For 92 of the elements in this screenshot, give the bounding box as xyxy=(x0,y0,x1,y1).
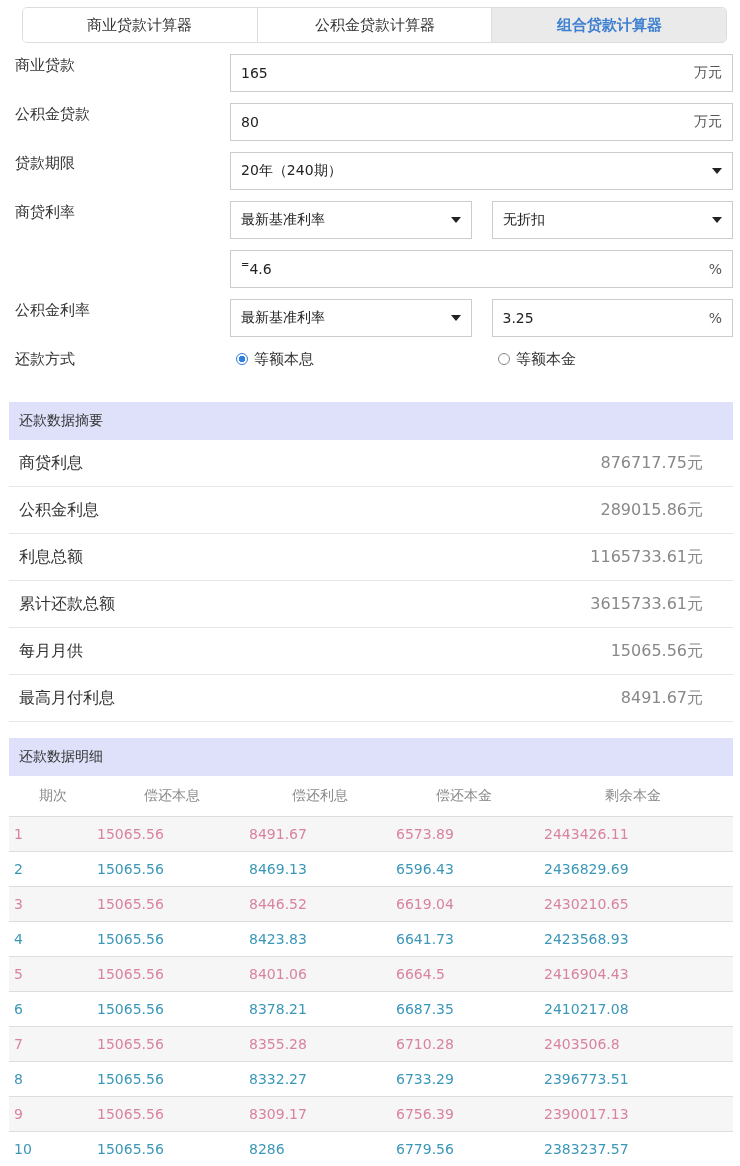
table-cell-text: 1 xyxy=(14,826,24,842)
summary-value: 289015.86元 xyxy=(600,499,703,521)
table-cell-text: 15065.56 xyxy=(97,1071,165,1087)
column-header: 剩余本金 xyxy=(604,787,663,805)
table-cell-text: 15065.56 xyxy=(97,826,165,842)
table-cell-text: 6710.28 xyxy=(396,1036,455,1052)
table-cell: 2410217.08 xyxy=(544,1001,629,1017)
table-cell: 2383237.57 xyxy=(544,1141,629,1157)
input-field[interactable]: 3.25 % xyxy=(491,299,733,337)
input-field[interactable]: 165 万元 xyxy=(230,54,733,92)
column-header: 期次 xyxy=(37,787,68,805)
table-cell-text: 2 xyxy=(14,861,24,877)
summary-label: 每月月供 xyxy=(19,640,83,662)
summary-value: 1165733.61元 xyxy=(590,546,703,568)
input-field[interactable]: 80 万元 xyxy=(230,103,733,141)
caret-icon xyxy=(712,217,722,223)
field-label: 公积金贷款 xyxy=(15,105,90,123)
table-cell-text: 8 xyxy=(14,1071,24,1087)
summary-label: 公积金利息 xyxy=(19,499,99,521)
table-cell-text: 8491.67 xyxy=(249,826,308,842)
table-cell-text: 8286 xyxy=(249,1141,286,1157)
table-cell-text: 4 xyxy=(14,931,24,947)
table-cell-text: 5 xyxy=(14,966,24,982)
column-header: 偿还本息 xyxy=(142,787,201,805)
table-cell: 2416904.43 xyxy=(544,966,629,982)
dropdown-field[interactable]: 20年（240期） xyxy=(230,152,733,190)
table-cell-text: 15065.56 xyxy=(97,861,165,877)
radio-label[interactable]: 等额本金 xyxy=(515,349,576,369)
section-header: 还款数据明细 xyxy=(9,738,733,776)
dropdown-field[interactable]: 最新基准利率 xyxy=(230,299,472,337)
summary-label: 累计还款总额 xyxy=(19,593,115,615)
radio-button[interactable] xyxy=(236,353,248,365)
table-cell-text: 6687.35 xyxy=(396,1001,455,1017)
table-cell-text: 15065.56 xyxy=(97,1036,165,1052)
table-cell-text: 15065.56 xyxy=(97,931,165,947)
table-cell-text: 9 xyxy=(14,1106,24,1122)
table-cell: 2390017.13 xyxy=(544,1106,629,1122)
table-cell: 2403506.8 xyxy=(544,1036,620,1052)
column-header: 偿还利息 xyxy=(291,787,350,805)
table-cell-text: 10 xyxy=(14,1141,33,1157)
dropdown-field[interactable]: 无折扣 xyxy=(491,201,733,239)
table-cell-text: 8446.52 xyxy=(249,896,308,912)
radio-button[interactable] xyxy=(497,353,510,365)
table-cell-text: 8378.21 xyxy=(249,1001,308,1017)
table-cell: 2436829.69 xyxy=(544,861,629,877)
table-cell-text: 8355.28 xyxy=(249,1036,308,1052)
caret-icon xyxy=(712,168,722,174)
column-header: 偿还本金 xyxy=(434,787,493,805)
field-label: 公积金利率 xyxy=(15,301,90,319)
summary-label: 最高月付利息 xyxy=(19,687,115,709)
table-cell: 2443426.11 xyxy=(544,826,629,842)
table-cell-text: 8309.17 xyxy=(249,1106,308,1122)
table-cell-text: 6596.43 xyxy=(396,861,455,877)
table-cell-text: 15065.56 xyxy=(97,896,165,912)
table-cell-text: 15065.56 xyxy=(97,1001,165,1017)
summary-label: 利息总额 xyxy=(19,546,83,568)
field-label: 商贷利率 xyxy=(15,203,75,221)
table-cell-text: 6756.39 xyxy=(396,1106,455,1122)
table-cell-text: 15065.56 xyxy=(97,1141,165,1157)
table-cell-text: 6 xyxy=(14,1001,24,1017)
summary-value: 8491.67元 xyxy=(620,687,703,709)
table-cell-text: 6733.29 xyxy=(396,1071,455,1087)
summary-value: 15065.56元 xyxy=(610,640,703,662)
field-label: 贷款期限 xyxy=(15,154,75,172)
table-cell-text: 8423.83 xyxy=(249,931,308,947)
section-header: 还款数据摘要 xyxy=(9,402,733,440)
table-cell-text: 15065.56 xyxy=(97,966,165,982)
caret-icon xyxy=(450,315,461,321)
field-label: 商业贷款 xyxy=(15,56,75,74)
summary-label: 商贷利息 xyxy=(19,452,83,474)
input-field[interactable]: =4.6 % xyxy=(230,250,733,288)
table-cell-text: 15065.56 xyxy=(97,1106,165,1122)
caret-icon xyxy=(450,217,461,223)
table-cell-text: 6573.89 xyxy=(396,826,455,842)
table-cell-text: 8401.06 xyxy=(249,966,308,982)
table-cell-text: 3 xyxy=(14,896,24,912)
table-cell-text: 6779.56 xyxy=(396,1141,455,1157)
dropdown-field[interactable]: 最新基准利率 xyxy=(230,201,472,239)
table-cell-text: 6641.73 xyxy=(396,931,455,947)
table-cell-text: 6619.04 xyxy=(396,896,455,912)
radio-label[interactable]: 等额本息 xyxy=(254,349,314,369)
table-cell: 2396773.51 xyxy=(544,1071,629,1087)
calculator-tab[interactable]: 商业贷款计算器 xyxy=(23,8,258,42)
summary-value: 876717.75元 xyxy=(600,452,703,474)
table-cell-text: 8469.13 xyxy=(249,861,308,877)
table-cell: 2423568.93 xyxy=(544,931,629,947)
table-cell: 2430210.65 xyxy=(544,896,629,912)
table-cell-text: 7 xyxy=(14,1036,24,1052)
table-cell-text: 6664.5 xyxy=(396,966,446,982)
table-cell-text: 8332.27 xyxy=(249,1071,308,1087)
summary-value: 3615733.61元 xyxy=(590,593,703,615)
field-label: 还款方式 xyxy=(15,350,75,368)
